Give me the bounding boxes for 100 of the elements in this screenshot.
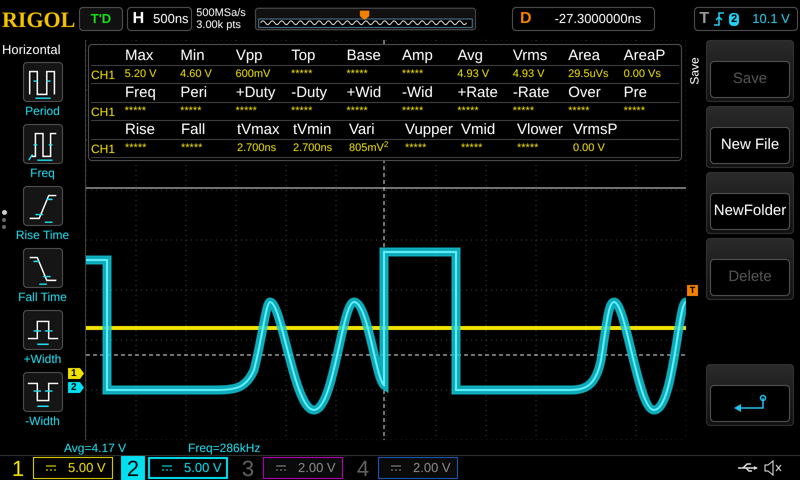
measurement-label: Max — [125, 47, 154, 65]
usb-icon — [738, 463, 758, 473]
measurement-value: ***** — [461, 141, 484, 156]
measure-label: Freq — [30, 164, 55, 182]
measurement-label: +Duty — [236, 84, 276, 102]
measurement-label: Vmid — [461, 121, 496, 139]
delay-value: -27.3000000ns — [554, 10, 642, 28]
dc-coupling-icon — [276, 465, 286, 471]
measurement-value: 4.60 V — [180, 67, 213, 82]
measurement-label: Top — [291, 47, 316, 65]
channel-scale: 5.00 V — [68, 459, 106, 478]
measure-button[interactable] — [22, 62, 62, 102]
measurement-label: -Wid — [402, 84, 434, 102]
channel-scale-box[interactable]: 2.00 V — [263, 457, 343, 479]
menu-title: Horizontal — [1, 41, 61, 59]
measurement-value: 600mV — [236, 67, 272, 82]
logo: RIGOL — [2, 6, 76, 34]
frequency-readout: Freq=286kHz — [188, 440, 260, 456]
measurement-label: tVmin — [293, 121, 332, 139]
measurement-label: Peri — [180, 84, 208, 102]
measurement-label: -Duty — [291, 84, 328, 102]
measurement-value: ***** — [125, 141, 148, 156]
channel-scale-box[interactable]: 5.00 V — [33, 457, 113, 479]
menu-title: Save — [687, 57, 703, 85]
return-arrow-icon — [732, 394, 768, 414]
measurement-value: ***** — [568, 104, 591, 120]
measurement-label: +Rate — [457, 84, 499, 102]
delay-label: D — [519, 9, 533, 29]
measurement-value: 0.00 V — [573, 141, 606, 156]
measurement-label: Vupper — [405, 121, 454, 139]
measurement-label: +Wid — [346, 84, 382, 102]
measurement-value: 2.700ns — [237, 141, 278, 156]
dc-coupling-icon — [46, 465, 56, 471]
trigger-source: 2 — [729, 12, 740, 26]
channel-scale-box[interactable]: 2.00 V — [378, 457, 458, 479]
measurement-value: ***** — [124, 104, 148, 120]
measurement-value: ***** — [346, 67, 369, 82]
measurement-label: Min — [180, 47, 206, 65]
channel-marker[interactable]: 2 — [68, 382, 84, 393]
measure-label: -Width — [25, 412, 60, 430]
measurement-label: tVmax — [237, 121, 281, 139]
measurement-value: ***** — [402, 104, 424, 120]
measurement-value: ***** — [236, 104, 258, 120]
measurement-value: ***** — [290, 67, 314, 82]
measure-label: Fall Time — [18, 288, 67, 306]
measurement-value: ***** — [624, 104, 646, 120]
measurement-label: Fall — [181, 121, 206, 139]
trigger-level: 10.1 V — [751, 10, 790, 28]
measurement-value: 4.93 V — [457, 67, 490, 82]
trigger-level-marker[interactable]: T — [687, 285, 698, 296]
measurement-value: ***** — [405, 141, 428, 156]
sample-rate: 500MSa/s — [196, 7, 247, 19]
measurement-value: 29.5uVs — [568, 67, 610, 82]
measure-button[interactable] — [22, 310, 62, 350]
memory-depth: 3.00k pts — [196, 19, 242, 31]
measurement-label: Base — [346, 47, 382, 65]
measurement-value: ***** — [402, 67, 424, 82]
channel-scale: 2.00 V — [413, 459, 451, 478]
measurement-label: Avg — [457, 47, 484, 65]
measurement-value: ***** — [512, 104, 536, 120]
channel-marker[interactable]: 1 — [68, 368, 84, 379]
measure-label: +Width — [24, 350, 62, 368]
run-status[interactable]: T'D — [79, 7, 123, 31]
measurement-label: -Rate — [512, 84, 551, 102]
trigger-box[interactable]: T 2 10.1 V — [694, 7, 798, 31]
channel-scale: 5.00 V — [184, 459, 222, 478]
measurement-label: Amp — [402, 47, 434, 65]
channel-number-tab[interactable]: 1 — [6, 456, 30, 480]
channel-scale: 2.00 V — [298, 459, 336, 478]
measurement-label: Over — [568, 84, 602, 102]
channel-scale-box[interactable]: 5.00 V — [148, 457, 228, 479]
measurement-value: 0.00 Vs — [624, 67, 662, 82]
measurement-label: Vari — [349, 121, 376, 139]
measurement-value: 2.700ns — [293, 141, 334, 156]
timebase-box[interactable]: H 500ns — [126, 7, 192, 31]
timebase-value: 500ns — [152, 10, 189, 28]
measurement-value: 5.20 V — [124, 67, 158, 82]
measurement-value: 4.93 V — [512, 67, 546, 82]
delay-box[interactable]: D -27.3000000ns — [512, 7, 654, 31]
measure-button[interactable] — [22, 372, 62, 412]
measure-button[interactable] — [22, 186, 62, 226]
speaker-muted-icon — [764, 460, 782, 476]
dc-coupling-icon — [162, 465, 172, 471]
measure-button[interactable] — [22, 248, 62, 288]
measurement-value: ***** — [180, 104, 202, 120]
measurement-value: ***** — [290, 104, 314, 120]
measurement-value: ***** — [457, 104, 480, 120]
rising-edge-icon — [714, 12, 724, 26]
measure-button[interactable] — [22, 124, 62, 164]
softkey-button[interactable]: New File — [706, 106, 794, 168]
back-button[interactable] — [706, 364, 794, 426]
channel-number-tab[interactable]: 2 — [121, 456, 145, 480]
measurement-label: AreaP — [624, 47, 666, 65]
measure-label: Rise Time — [16, 226, 70, 244]
timebase-label: H — [132, 9, 146, 29]
channel-label: CH1 — [91, 140, 116, 158]
measurement-label: Vlower — [517, 121, 564, 139]
measure-label: Period — [25, 102, 60, 120]
measurement-value: ***** — [181, 141, 204, 156]
softkey-button[interactable]: NewFolder — [706, 172, 794, 234]
